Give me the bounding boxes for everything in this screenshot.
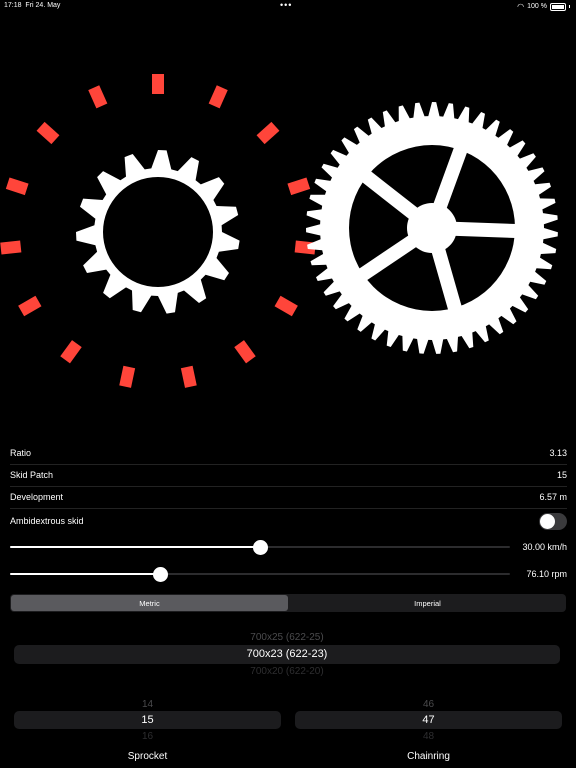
speed-slider-thumb[interactable]: [253, 540, 268, 555]
skid-patch-mark: [256, 121, 280, 145]
skid-patch-value: 15: [556, 470, 567, 480]
skid-patch-mark: [234, 340, 256, 364]
chainring-option-selected[interactable]: 47: [295, 714, 562, 726]
skid-patch-mark: [5, 177, 29, 196]
status-right: ◠ 100 %: [517, 2, 570, 11]
sprocket-option-selected[interactable]: 15: [14, 714, 281, 726]
speed-slider[interactable]: [10, 540, 510, 555]
tire-option-selected[interactable]: 700x23 (622-23): [14, 648, 560, 660]
battery-icon: [550, 2, 566, 11]
skid-patch-mark: [60, 340, 82, 364]
cadence-slider-thumb[interactable]: [153, 567, 168, 582]
skid-patch-mark: [119, 365, 136, 388]
chainring-hub: [407, 203, 457, 253]
ratio-value: 3.13: [549, 448, 567, 458]
tire-option-below[interactable]: 700x20 (622-20): [14, 666, 560, 677]
skid-patch-mark: [88, 85, 108, 109]
development-label: Development: [10, 492, 64, 502]
development-value: 6.57 m: [539, 492, 567, 502]
battery-percent: 100 %: [527, 3, 547, 10]
ambidextrous-row: Ambidextrous skid: [10, 510, 567, 532]
skid-patch-marks: [0, 74, 316, 388]
skid-patch-mark: [18, 295, 42, 317]
speed-value: 30.00 km/h: [522, 542, 567, 552]
units-segmented-control[interactable]: Metric Imperial: [10, 594, 566, 612]
sprocket-gear: [76, 150, 240, 314]
skid-patch-mark: [287, 177, 311, 196]
ratio-label: Ratio: [10, 448, 32, 458]
multitasking-dots-icon[interactable]: •••: [280, 0, 292, 10]
chainring-caption: Chainring: [407, 751, 450, 762]
skid-patch-mark: [208, 85, 228, 109]
sprocket-caption: Sprocket: [127, 751, 168, 762]
cadence-value: 76.10 rpm: [526, 569, 567, 579]
segment-imperial[interactable]: Imperial: [289, 594, 566, 612]
gears-illustration: [0, 74, 558, 388]
skid-patch-row: Skid Patch 15: [10, 464, 567, 486]
segment-metric[interactable]: Metric: [11, 595, 288, 611]
chainring-option-below[interactable]: 48: [295, 731, 562, 742]
skid-patch-mark: [274, 295, 298, 317]
cadence-slider[interactable]: [10, 567, 510, 582]
tire-option-above[interactable]: 700x25 (622-25): [14, 632, 560, 643]
skid-patch-mark: [180, 365, 197, 388]
chainring-option-above[interactable]: 46: [295, 699, 562, 710]
wifi-icon: ◠: [517, 2, 525, 11]
ambidextrous-label: Ambidextrous skid: [10, 516, 84, 526]
skid-patch-mark: [0, 240, 22, 255]
skid-patch-mark: [152, 74, 164, 94]
development-row: Development 6.57 m: [10, 486, 567, 508]
ratio-row: Ratio 3.13: [10, 442, 567, 464]
skid-patch-mark: [36, 121, 60, 145]
sprocket-option-below[interactable]: 16: [14, 731, 281, 742]
ambidextrous-toggle[interactable]: [539, 512, 567, 530]
status-time: 17:18 Fri 24. May: [4, 2, 61, 9]
sprocket-option-above[interactable]: 14: [14, 699, 281, 710]
status-bar: 17:18 Fri 24. May ••• ◠ 100 %: [0, 0, 576, 14]
skid-patch-label: Skid Patch: [10, 470, 54, 480]
